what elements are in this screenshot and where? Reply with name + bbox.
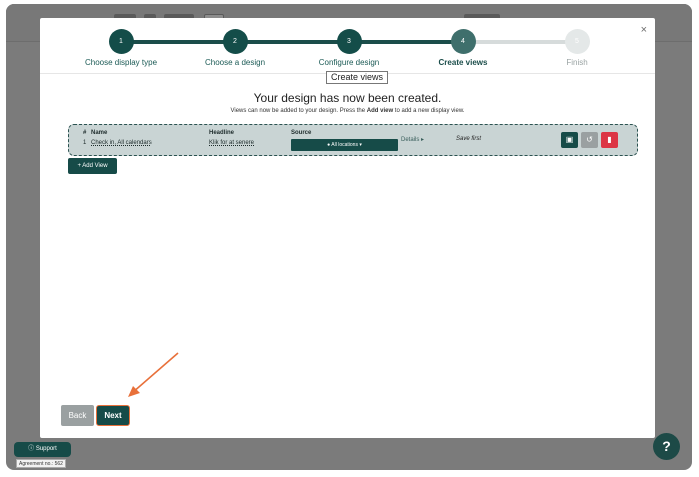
- agreement-number: Agreement no.: 562: [16, 459, 66, 468]
- annotation-arrow: [128, 352, 179, 397]
- support-button[interactable]: ⓘ Support: [14, 442, 71, 457]
- support-label: Support: [35, 446, 57, 452]
- arrow-shaft: [131, 352, 179, 394]
- question-circle-icon: ⓘ: [28, 446, 35, 452]
- help-button[interactable]: ?: [653, 433, 680, 460]
